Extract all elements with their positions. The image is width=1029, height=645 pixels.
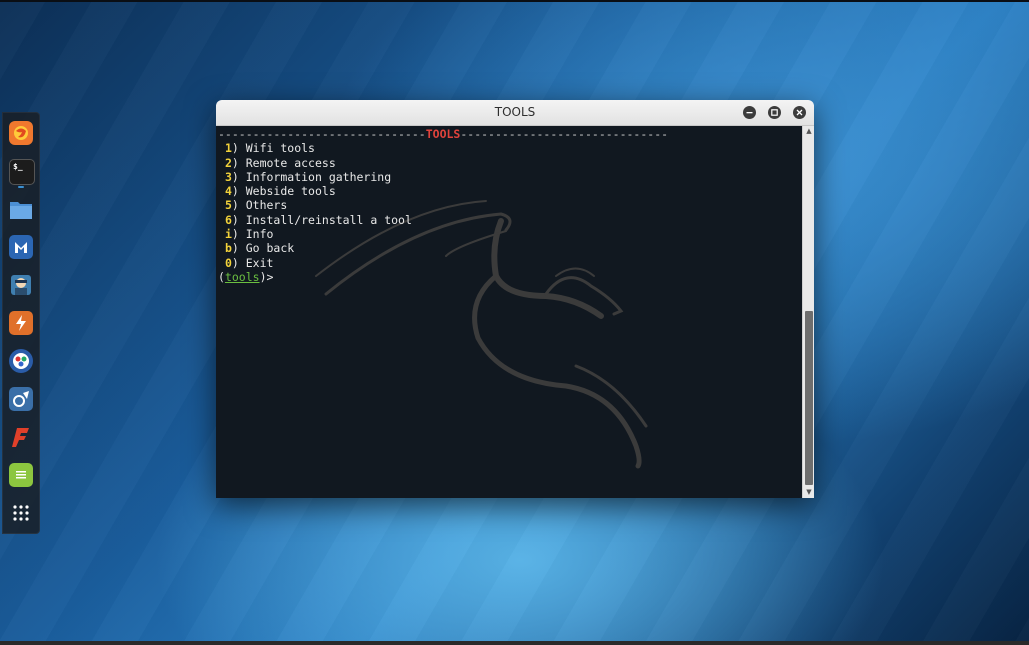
firefox-icon[interactable] xyxy=(9,121,33,145)
minimize-icon xyxy=(746,112,753,114)
armitage-icon[interactable] xyxy=(9,273,33,297)
terminal-window: TOOLS ------------------------------TOOL… xyxy=(216,100,814,498)
scrollbar-thumb[interactable] xyxy=(805,311,813,485)
menu-item-label: Exit xyxy=(245,255,274,270)
separator-right: ------------------------------ xyxy=(460,127,669,141)
bottom-edge xyxy=(0,641,1029,645)
close-icon xyxy=(796,109,803,116)
files-icon[interactable] xyxy=(9,197,33,221)
terminal-content[interactable]: ------------------------------TOOLS-----… xyxy=(216,126,802,498)
maximize-button[interactable] xyxy=(768,106,781,119)
metasploit-icon[interactable] xyxy=(9,235,33,259)
prompt-close: )> xyxy=(259,269,274,284)
menu-key: 1 xyxy=(224,141,232,156)
menu-key: b xyxy=(224,241,232,256)
window-title: TOOLS xyxy=(494,105,536,119)
menu-item-label: Go back xyxy=(245,241,295,256)
menu-key: i xyxy=(224,227,232,242)
running-indicator xyxy=(18,186,24,188)
menu-item-label: Others xyxy=(245,198,288,213)
top-edge xyxy=(0,0,1029,2)
close-button[interactable] xyxy=(793,106,806,119)
maximize-icon xyxy=(771,109,778,116)
show-apps-icon[interactable] xyxy=(9,501,33,525)
maltego-icon[interactable] xyxy=(9,349,33,373)
prompt-name: tools xyxy=(224,269,260,284)
menu-key: 5 xyxy=(224,198,232,213)
text-editor-icon[interactable] xyxy=(9,463,33,487)
menu-header: TOOLS xyxy=(425,127,461,141)
terminal-icon[interactable]: $_ xyxy=(9,159,35,185)
scroll-up-icon[interactable]: ▲ xyxy=(805,127,813,135)
menu-item-label: Remote access xyxy=(245,155,336,170)
beef-icon[interactable] xyxy=(9,387,33,411)
separator-left: ------------------------------ xyxy=(218,127,426,141)
menu-key: 4 xyxy=(224,184,232,199)
menu-item-label: Install/reinstall a tool xyxy=(245,212,412,227)
menu-key: 0 xyxy=(224,255,232,270)
menu-item-label: Webside tools xyxy=(245,184,336,199)
burpsuite-icon[interactable] xyxy=(9,311,33,335)
menu-item-label: Wifi tools xyxy=(245,141,315,156)
window-titlebar[interactable]: TOOLS xyxy=(216,100,814,126)
menu-key: 3 xyxy=(224,169,232,184)
menu-item-label: Information gathering xyxy=(245,169,392,184)
menu-item-label: Info xyxy=(245,227,274,242)
scroll-down-icon[interactable]: ▼ xyxy=(805,488,813,496)
menu-key: 6 xyxy=(224,212,232,227)
menu-key: 2 xyxy=(224,155,232,170)
terminal-output: ------------------------------TOOLS-----… xyxy=(218,127,669,284)
terminal-scrollbar[interactable]: ▲ ▼ xyxy=(802,126,814,498)
minimize-button[interactable] xyxy=(743,106,756,119)
dock: $_ xyxy=(2,112,40,534)
faraday-icon[interactable] xyxy=(9,425,33,449)
prompt-open: ( xyxy=(218,269,225,284)
